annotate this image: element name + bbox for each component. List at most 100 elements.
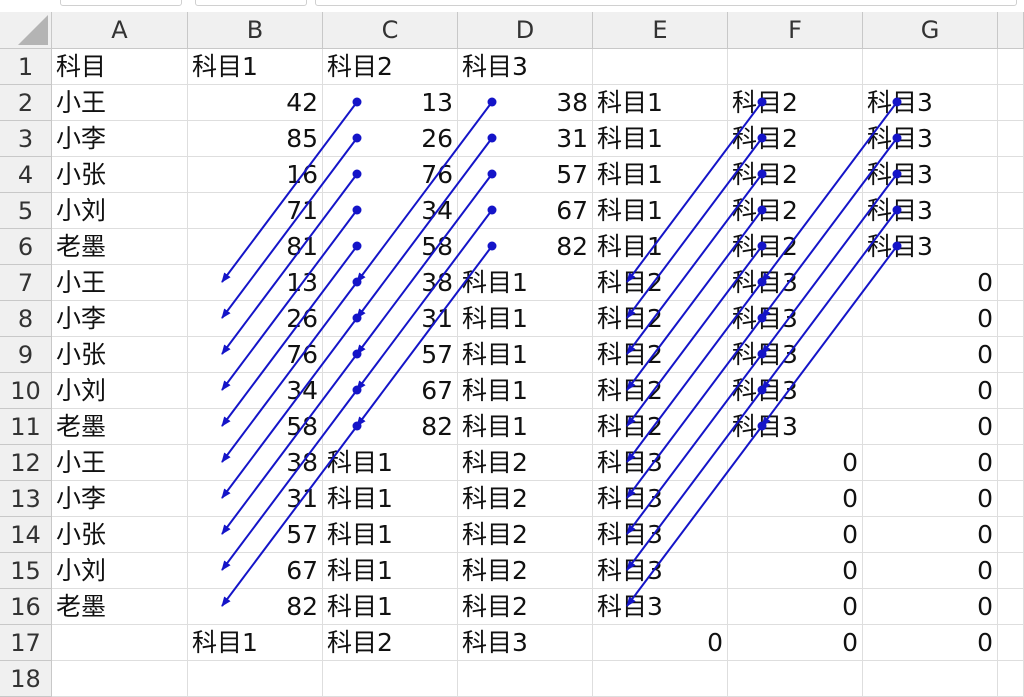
- cell-B2[interactable]: 42: [188, 85, 323, 121]
- cell-E1[interactable]: [593, 49, 728, 85]
- cell-F14[interactable]: 0: [728, 517, 863, 553]
- row-header-13[interactable]: 13: [0, 481, 52, 517]
- cell-B6[interactable]: 81: [188, 229, 323, 265]
- cell-C5[interactable]: 34: [323, 193, 458, 229]
- cell-extra[interactable]: [998, 661, 1024, 697]
- cell-extra[interactable]: [998, 49, 1024, 85]
- cell-A10[interactable]: 小刘: [52, 373, 188, 409]
- cell-E2[interactable]: 科目1: [593, 85, 728, 121]
- cell-E11[interactable]: 科目2: [593, 409, 728, 445]
- row-header-3[interactable]: 3: [0, 121, 52, 157]
- cell-C1[interactable]: 科目2: [323, 49, 458, 85]
- cell-A3[interactable]: 小李: [52, 121, 188, 157]
- cell-C17[interactable]: 科目2: [323, 625, 458, 661]
- toolbar-tab[interactable]: [195, 0, 307, 6]
- cell-D7[interactable]: 科目1: [458, 265, 593, 301]
- cell-C7[interactable]: 38: [323, 265, 458, 301]
- cell-D2[interactable]: 38: [458, 85, 593, 121]
- cell-extra[interactable]: [998, 373, 1024, 409]
- cell-F13[interactable]: 0: [728, 481, 863, 517]
- cell-A9[interactable]: 小张: [52, 337, 188, 373]
- cell-B17[interactable]: 科目1: [188, 625, 323, 661]
- cell-G2[interactable]: 科目3: [863, 85, 998, 121]
- cell-B11[interactable]: 58: [188, 409, 323, 445]
- cell-G18[interactable]: [863, 661, 998, 697]
- cell-F15[interactable]: 0: [728, 553, 863, 589]
- column-header-G[interactable]: G: [863, 12, 998, 49]
- cell-F12[interactable]: 0: [728, 445, 863, 481]
- cell-A2[interactable]: 小王: [52, 85, 188, 121]
- cell-D16[interactable]: 科目2: [458, 589, 593, 625]
- cell-G3[interactable]: 科目3: [863, 121, 998, 157]
- cell-extra[interactable]: [998, 229, 1024, 265]
- cell-A11[interactable]: 老墨: [52, 409, 188, 445]
- cell-F3[interactable]: 科目2: [728, 121, 863, 157]
- cell-F9[interactable]: 科目3: [728, 337, 863, 373]
- cell-C2[interactable]: 13: [323, 85, 458, 121]
- cell-G4[interactable]: 科目3: [863, 157, 998, 193]
- cell-C12[interactable]: 科目1: [323, 445, 458, 481]
- column-header-extra[interactable]: [998, 12, 1024, 49]
- cell-A13[interactable]: 小李: [52, 481, 188, 517]
- cell-D12[interactable]: 科目2: [458, 445, 593, 481]
- cell-A14[interactable]: 小张: [52, 517, 188, 553]
- cell-D4[interactable]: 57: [458, 157, 593, 193]
- row-header-4[interactable]: 4: [0, 157, 52, 193]
- column-header-D[interactable]: D: [458, 12, 593, 49]
- row-header-14[interactable]: 14: [0, 517, 52, 553]
- cell-E14[interactable]: 科目3: [593, 517, 728, 553]
- cell-extra[interactable]: [998, 121, 1024, 157]
- cell-C15[interactable]: 科目1: [323, 553, 458, 589]
- cell-D11[interactable]: 科目1: [458, 409, 593, 445]
- cell-E8[interactable]: 科目2: [593, 301, 728, 337]
- cell-extra[interactable]: [998, 445, 1024, 481]
- cell-extra[interactable]: [998, 409, 1024, 445]
- row-header-17[interactable]: 17: [0, 625, 52, 661]
- row-header-2[interactable]: 2: [0, 85, 52, 121]
- cell-G13[interactable]: 0: [863, 481, 998, 517]
- cell-G17[interactable]: 0: [863, 625, 998, 661]
- column-header-F[interactable]: F: [728, 12, 863, 49]
- cell-C3[interactable]: 26: [323, 121, 458, 157]
- cell-G5[interactable]: 科目3: [863, 193, 998, 229]
- column-header-B[interactable]: B: [188, 12, 323, 49]
- cell-F2[interactable]: 科目2: [728, 85, 863, 121]
- cell-E18[interactable]: [593, 661, 728, 697]
- cell-E10[interactable]: 科目2: [593, 373, 728, 409]
- cell-B10[interactable]: 34: [188, 373, 323, 409]
- cell-D5[interactable]: 67: [458, 193, 593, 229]
- cell-F7[interactable]: 科目3: [728, 265, 863, 301]
- cell-extra[interactable]: [998, 589, 1024, 625]
- cell-B12[interactable]: 38: [188, 445, 323, 481]
- cell-E7[interactable]: 科目2: [593, 265, 728, 301]
- cell-G6[interactable]: 科目3: [863, 229, 998, 265]
- cell-D1[interactable]: 科目3: [458, 49, 593, 85]
- row-header-1[interactable]: 1: [0, 49, 52, 85]
- cell-C10[interactable]: 67: [323, 373, 458, 409]
- cell-extra[interactable]: [998, 301, 1024, 337]
- cell-A16[interactable]: 老墨: [52, 589, 188, 625]
- cell-E15[interactable]: 科目3: [593, 553, 728, 589]
- cell-A6[interactable]: 老墨: [52, 229, 188, 265]
- cell-extra[interactable]: [998, 193, 1024, 229]
- cell-extra[interactable]: [998, 481, 1024, 517]
- cell-C4[interactable]: 76: [323, 157, 458, 193]
- cell-G16[interactable]: 0: [863, 589, 998, 625]
- toolbar-tab[interactable]: [315, 0, 1017, 6]
- cell-extra[interactable]: [998, 553, 1024, 589]
- cell-B18[interactable]: [188, 661, 323, 697]
- cell-E9[interactable]: 科目2: [593, 337, 728, 373]
- cell-D14[interactable]: 科目2: [458, 517, 593, 553]
- row-header-8[interactable]: 8: [0, 301, 52, 337]
- cell-D9[interactable]: 科目1: [458, 337, 593, 373]
- cell-F11[interactable]: 科目3: [728, 409, 863, 445]
- cell-G15[interactable]: 0: [863, 553, 998, 589]
- cell-G1[interactable]: [863, 49, 998, 85]
- cell-B4[interactable]: 16: [188, 157, 323, 193]
- cell-F8[interactable]: 科目3: [728, 301, 863, 337]
- cell-B1[interactable]: 科目1: [188, 49, 323, 85]
- cell-F18[interactable]: [728, 661, 863, 697]
- cell-D17[interactable]: 科目3: [458, 625, 593, 661]
- cell-extra[interactable]: [998, 265, 1024, 301]
- cell-extra[interactable]: [998, 157, 1024, 193]
